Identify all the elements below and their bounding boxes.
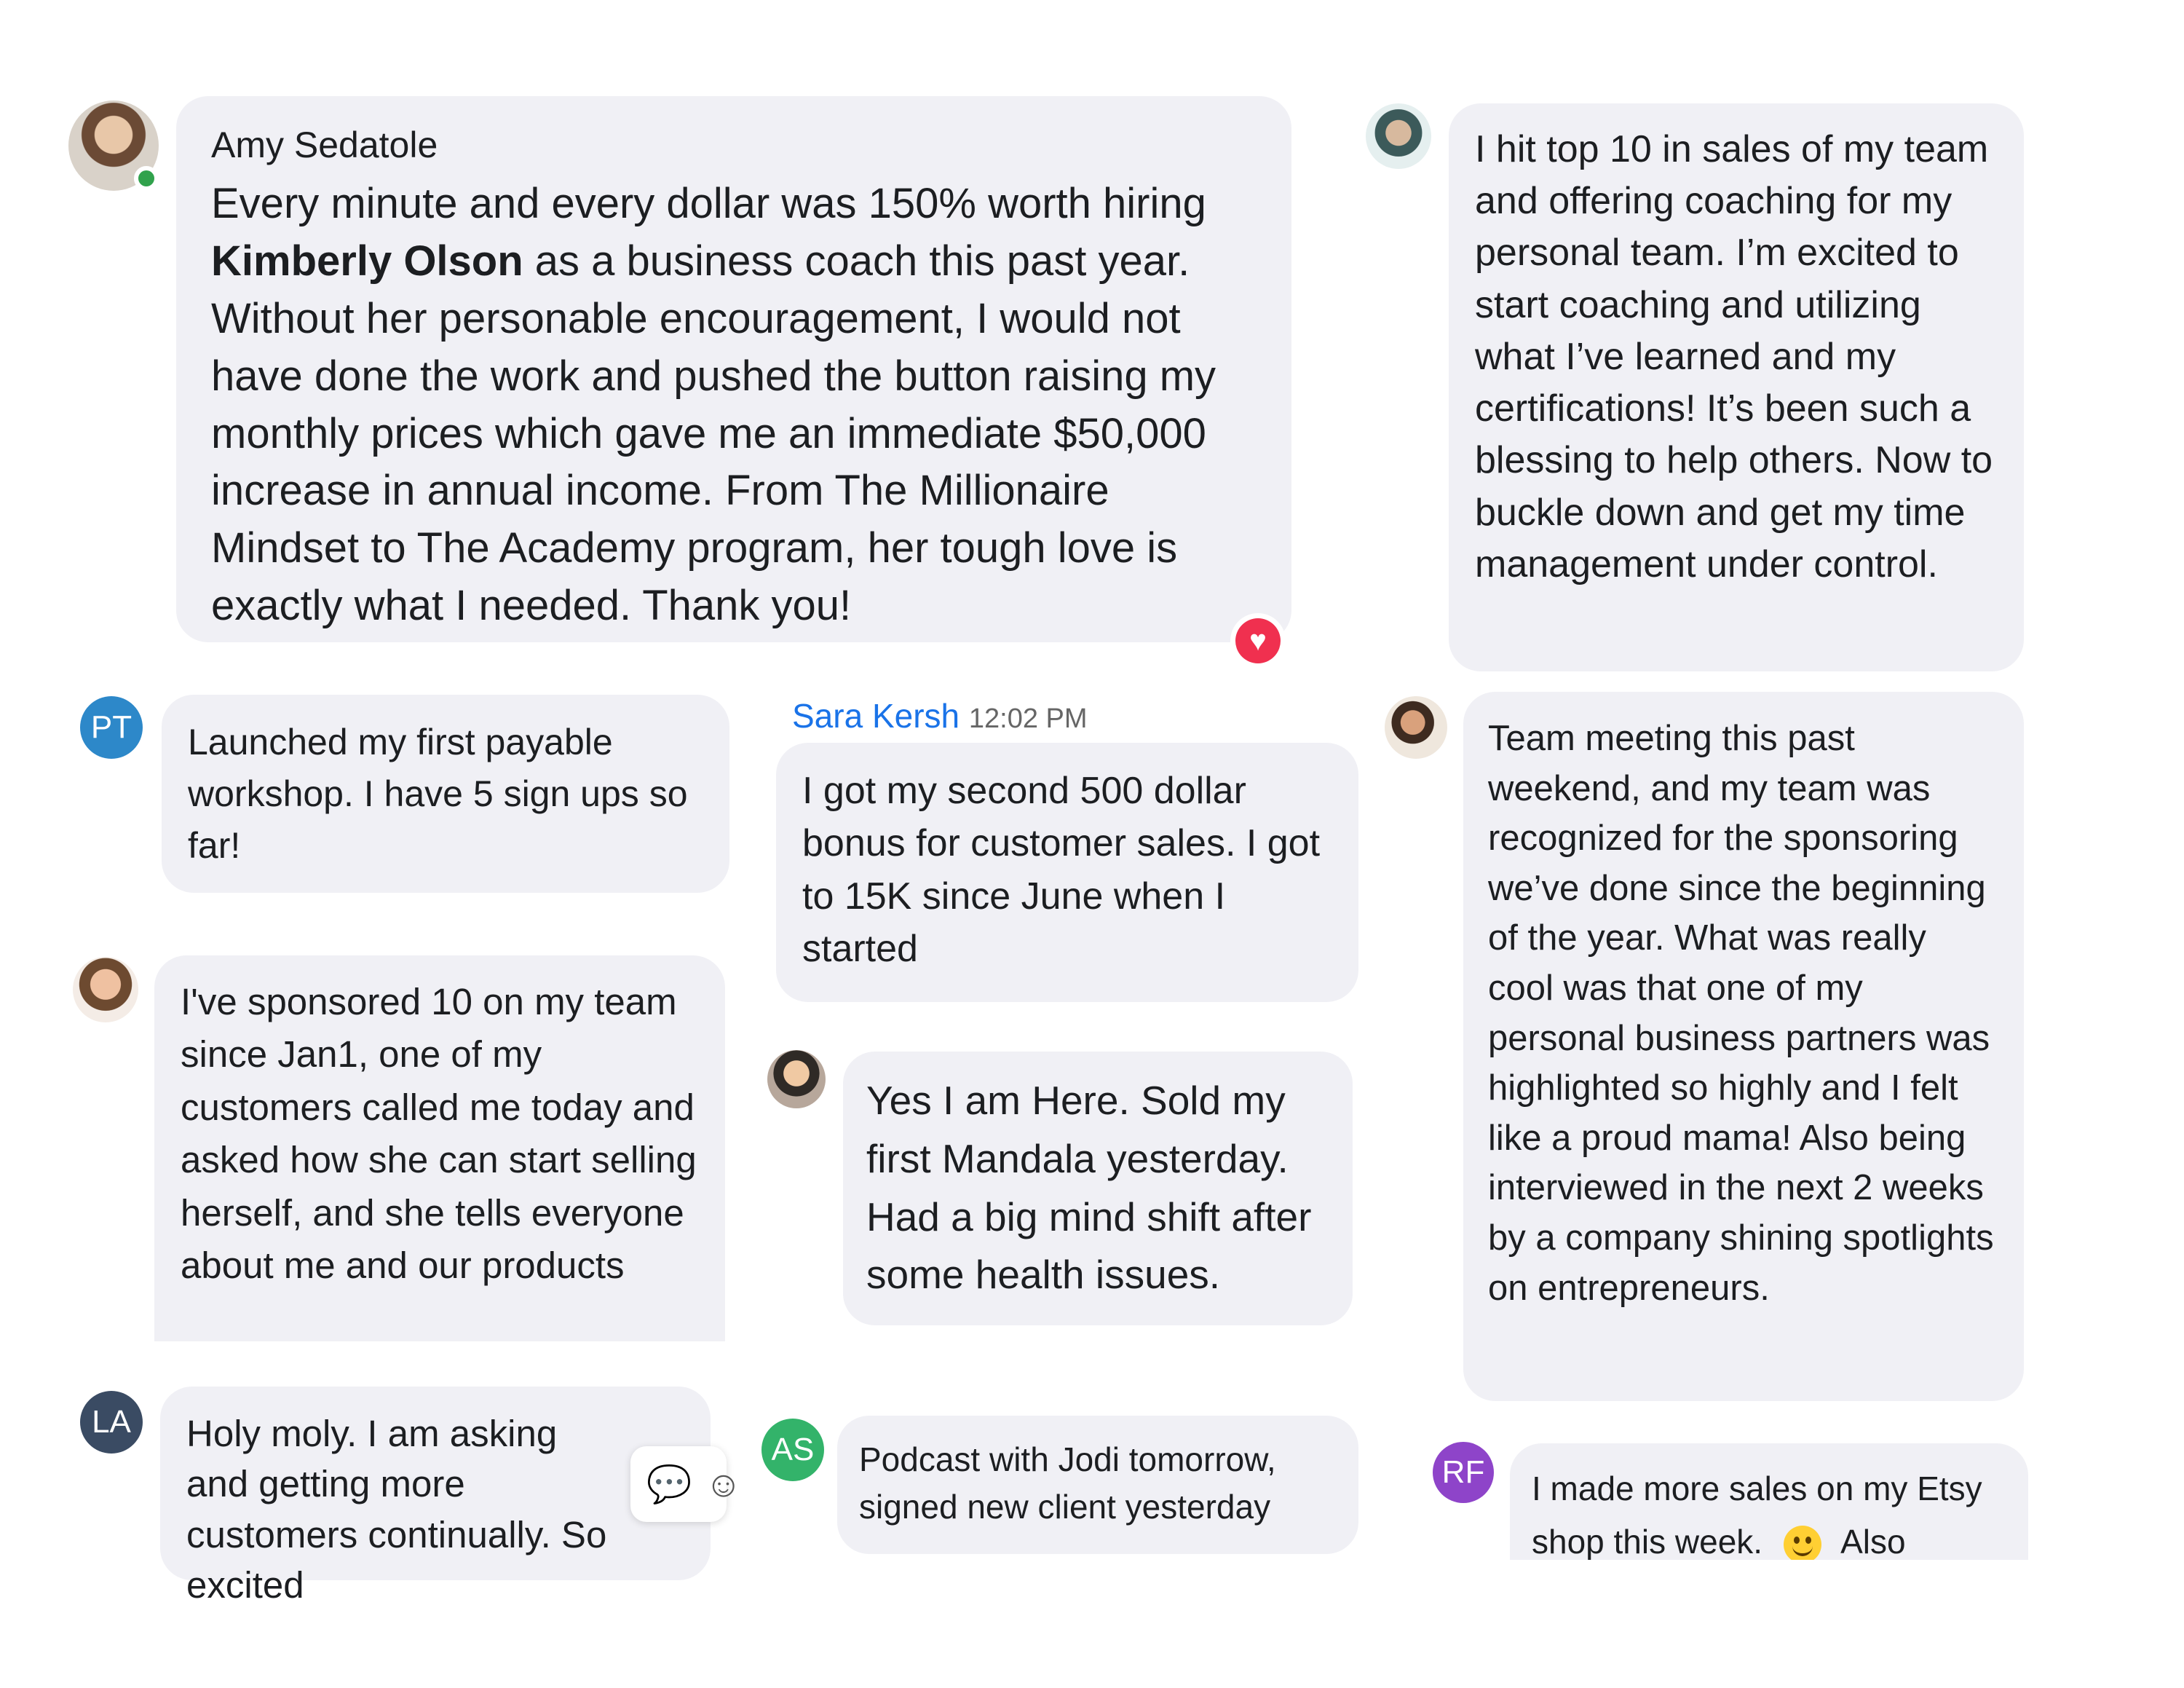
reply-icon[interactable]: 💬 [646, 1463, 692, 1506]
message-text: I got my second 500 dollar bonus for cus… [802, 770, 1321, 970]
message-bubble-sponsor[interactable]: I've sponsored 10 on my team since Jan1,… [154, 955, 725, 1341]
message-text: Team meeting this past weekend, and my t… [1488, 719, 1994, 1308]
message-bubble-pt[interactable]: Launched my first payable workshop. I ha… [162, 695, 729, 893]
sender-name: Amy Sedatole [211, 125, 438, 165]
avatar-mandala[interactable] [767, 1050, 826, 1108]
smiley-icon[interactable]: ☺ [705, 1463, 742, 1505]
message-bubble-la[interactable]: Holy moly. I am asking and getting more … [160, 1387, 711, 1606]
avatar-as[interactable]: AS [761, 1419, 824, 1481]
smiley-icon [1783, 1525, 1821, 1560]
message-text: Holy moly. I am asking and getting more … [186, 1413, 607, 1606]
message-text: I hit top 10 in sales of my team and off… [1475, 128, 1993, 585]
avatar-la[interactable]: LA [80, 1391, 143, 1454]
message-actions: 💬 ☺ [630, 1446, 742, 1522]
heart-reaction[interactable]: ♥ [1230, 613, 1286, 669]
message-text: Yes I am Here. Sold my first Mandala yes… [866, 1078, 1312, 1298]
message-bubble-mandala[interactable]: Yes I am Here. Sold my first Mandala yes… [843, 1052, 1353, 1325]
message-bubble-amy[interactable]: Amy Sedatole Every minute and every doll… [176, 96, 1291, 642]
avatar-team[interactable] [1385, 696, 1447, 759]
avatar-top10[interactable] [1366, 103, 1431, 169]
message-text: I made more sales on my Etsy shop this w… [1532, 1462, 2006, 1560]
sara-name-line: Sara Kersh 12:02 PM [792, 696, 1088, 735]
sender-name[interactable]: Sara Kersh [792, 697, 960, 735]
message-text: I've sponsored 10 on my team since Jan1,… [181, 981, 697, 1287]
message-text: Launched my first payable workshop. I ha… [188, 722, 688, 866]
avatar-pt[interactable]: PT [80, 696, 143, 759]
message-bubble-as[interactable]: Podcast with Jodi tomorrow, signed new c… [837, 1416, 1358, 1554]
online-status-dot [134, 166, 159, 191]
message-text: Podcast with Jodi tomorrow, signed new c… [859, 1440, 1276, 1526]
message-bubble-team[interactable]: Team meeting this past weekend, and my t… [1463, 692, 2024, 1401]
message-bubble-sara[interactable]: I got my second 500 dollar bonus for cus… [776, 743, 1358, 1002]
message-text: Every minute and every dollar was 150% w… [211, 180, 1216, 630]
message-time: 12:02 PM [968, 703, 1088, 734]
avatar-sponsor[interactable] [73, 957, 138, 1022]
message-bubble-top10[interactable]: I hit top 10 in sales of my team and off… [1449, 103, 2024, 671]
message-bubble-rf[interactable]: I made more sales on my Etsy shop this w… [1510, 1443, 2028, 1560]
heart-icon: ♥ [1235, 618, 1281, 663]
avatar-rf[interactable]: RF [1433, 1442, 1494, 1503]
